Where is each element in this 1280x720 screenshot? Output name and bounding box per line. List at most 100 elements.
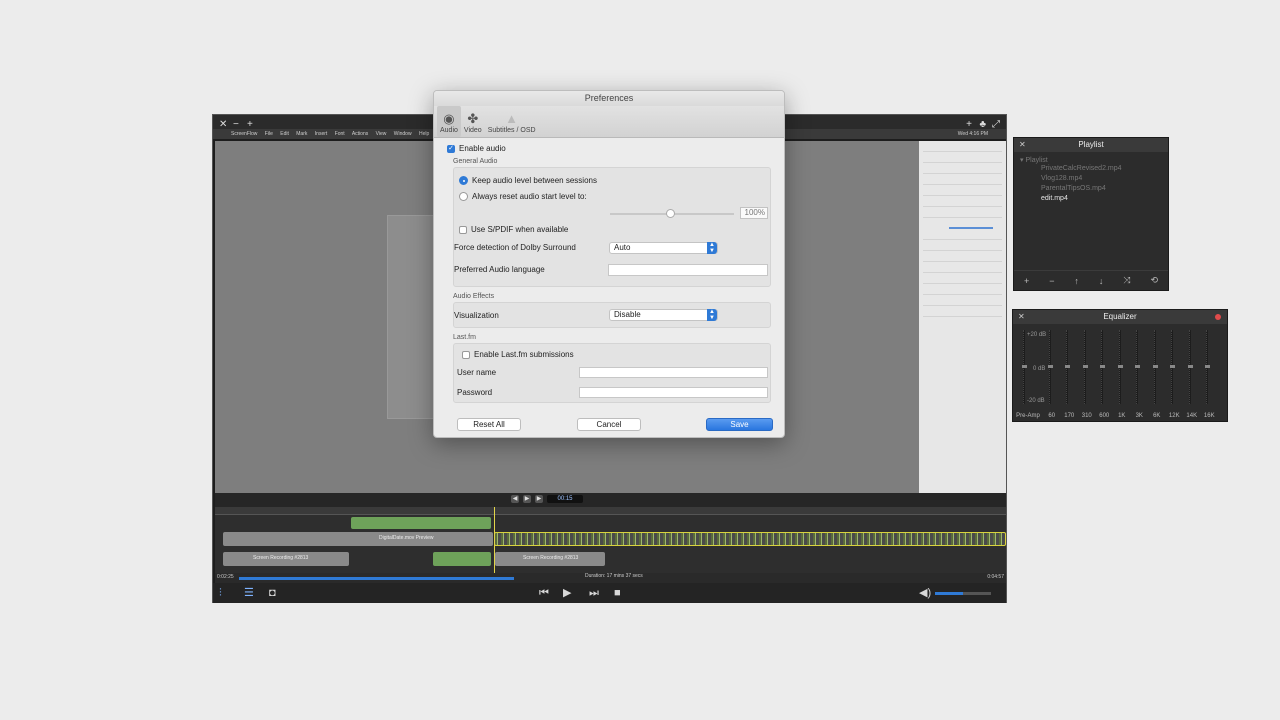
timeline-clip[interactable]: Screen Recording #2813 xyxy=(495,552,605,566)
tab-audio[interactable]: ◉ Audio xyxy=(437,106,461,137)
level-slider-knob[interactable] xyxy=(666,209,675,218)
playhead[interactable] xyxy=(494,507,495,573)
eq-band-slider[interactable] xyxy=(1065,330,1070,404)
spdif-checkbox[interactable] xyxy=(459,225,467,234)
power-icon[interactable] xyxy=(1215,314,1221,320)
tab-subtitles-osd[interactable]: ▲ Subtitles / OSD xyxy=(485,106,539,137)
repeat-icon[interactable]: ⟲ xyxy=(1150,275,1158,286)
level-value-field[interactable]: 100% xyxy=(740,207,768,219)
tab-video[interactable]: ✤ Video xyxy=(461,106,485,137)
close-icon[interactable]: ✕ xyxy=(1019,138,1026,152)
reset-level-label: Always reset audio start level to: xyxy=(472,192,587,201)
volume-slider[interactable] xyxy=(935,592,991,595)
enable-audio-row[interactable]: ✓ Enable audio xyxy=(447,144,771,153)
reset-level-radio[interactable] xyxy=(459,192,468,201)
level-slider[interactable] xyxy=(610,209,734,218)
menu-item: File xyxy=(264,131,273,137)
eq-slider-knob[interactable] xyxy=(1152,365,1158,368)
eq-slider-knob[interactable] xyxy=(1065,365,1070,368)
playlist-item-active[interactable]: edit.mp4 xyxy=(1014,194,1168,204)
lastfm-enable-checkbox[interactable] xyxy=(462,350,470,359)
lastfm-heading: Last.fm xyxy=(453,334,476,341)
play-icon[interactable]: ▶ xyxy=(563,586,571,600)
password-field[interactable] xyxy=(579,387,768,398)
eq-band-slider[interactable] xyxy=(1135,330,1140,404)
camera-icon[interactable]: ◘ xyxy=(269,586,276,600)
preferred-language-field[interactable] xyxy=(608,264,768,276)
playlist-item[interactable]: PrivateCalcRevised2.mp4 xyxy=(1014,164,1168,174)
eq-band-slider[interactable] xyxy=(1100,330,1105,404)
eq-band-slider[interactable] xyxy=(1082,330,1088,404)
general-audio-heading: General Audio xyxy=(453,158,498,165)
keep-level-radio[interactable] xyxy=(459,176,468,185)
playlist-title: Playlist xyxy=(1078,140,1104,149)
cancel-button[interactable]: Cancel xyxy=(577,418,641,431)
dolby-select[interactable]: Auto ▲ ▼ xyxy=(609,242,718,254)
timeline-clip[interactable] xyxy=(433,552,491,566)
eq-band-slider[interactable] xyxy=(1187,330,1193,404)
keep-level-label: Keep audio level between sessions xyxy=(472,176,597,185)
eq-slider-knob[interactable] xyxy=(1117,365,1123,368)
visualization-select[interactable]: Disable ▲ ▼ xyxy=(609,309,718,321)
eq-band-slider[interactable] xyxy=(1117,330,1123,404)
inspector-row xyxy=(923,166,1002,174)
eq-band-label: 600 xyxy=(1099,413,1110,419)
eq-slider-knob[interactable] xyxy=(1135,365,1140,368)
playlist-icon[interactable]: ☰ xyxy=(244,586,254,600)
spdif-label: Use S/PDIF when available xyxy=(471,225,569,234)
eq-band-label: 16K xyxy=(1203,413,1215,419)
menubar-clock: Wed 4:16 PM xyxy=(957,131,988,137)
reset-all-button[interactable]: Reset All xyxy=(457,418,521,431)
previous-icon[interactable]: ⏮ xyxy=(539,586,549,600)
playlist-item[interactable]: ParentalTipsOS.mp4 xyxy=(1014,184,1168,194)
next-icon[interactable]: ⏭ xyxy=(589,586,599,600)
move-up-icon[interactable]: ↑ xyxy=(1074,276,1079,286)
eq-slider-knob[interactable] xyxy=(1100,365,1105,368)
eq-band-slider[interactable] xyxy=(1152,330,1158,404)
timeline-clip[interactable]: Screen Recording #2813 xyxy=(223,552,349,566)
timeline-tracks[interactable]: DigitalDate.mov Preview Screen Recording… xyxy=(215,507,1006,573)
inspector-row xyxy=(923,243,1002,251)
inspector-row xyxy=(923,177,1002,185)
preamp-slider[interactable] xyxy=(1022,330,1027,404)
timeline-clip[interactable] xyxy=(351,517,491,529)
volume-icon[interactable]: ◀) xyxy=(919,586,931,600)
equalizer-icon[interactable]: ⫶ xyxy=(219,586,222,600)
playlist-header: ✕ Playlist xyxy=(1014,138,1168,152)
forward-icon[interactable]: ▶ xyxy=(535,495,543,503)
add-icon[interactable]: + xyxy=(1024,276,1029,286)
keep-level-row[interactable]: Keep audio level between sessions xyxy=(459,176,597,185)
reset-level-row[interactable]: Always reset audio start level to: xyxy=(459,192,587,201)
playlist-root[interactable]: ▾ Playlist xyxy=(1014,152,1168,164)
eq-slider-knob[interactable] xyxy=(1205,365,1210,368)
audio-waveform-clip[interactable] xyxy=(494,532,1006,546)
save-button[interactable]: Save xyxy=(706,418,773,431)
eq-slider-knob[interactable] xyxy=(1022,365,1027,368)
lastfm-enable-row[interactable]: Enable Last.fm submissions xyxy=(462,350,574,359)
play-icon[interactable]: ▶ xyxy=(523,495,531,503)
eq-band-slider[interactable] xyxy=(1170,330,1175,404)
eq-band-slider[interactable] xyxy=(1205,330,1210,404)
eq-slider-knob[interactable] xyxy=(1170,365,1175,368)
move-down-icon[interactable]: ↓ xyxy=(1099,276,1104,286)
rewind-icon[interactable]: ◀ xyxy=(511,495,519,503)
remove-icon[interactable]: − xyxy=(1049,276,1054,286)
eq-band-label: 170 xyxy=(1064,413,1075,419)
eq-slider-knob[interactable] xyxy=(1082,365,1088,368)
shuffle-icon[interactable]: ⤨ xyxy=(1123,275,1130,286)
eq-band-slider[interactable] xyxy=(1047,330,1053,404)
timeline-clip[interactable]: DigitalDate.mov Preview xyxy=(223,532,493,546)
tab-label: Subtitles / OSD xyxy=(487,127,536,134)
spdif-row[interactable]: Use S/PDIF when available xyxy=(459,225,568,234)
stop-icon[interactable]: ■ xyxy=(614,586,621,600)
playlist-item[interactable]: Vlog128.mp4 xyxy=(1014,174,1168,184)
enable-audio-checkbox[interactable]: ✓ xyxy=(447,144,455,153)
seek-bar-fill xyxy=(239,577,514,580)
seek-bar[interactable]: 0:02:25 Duration: 17 mins 37 secs 0:04:5… xyxy=(215,573,1006,583)
username-field[interactable] xyxy=(579,367,768,378)
eq-slider-knob[interactable] xyxy=(1187,365,1193,368)
dialog-title: Preferences xyxy=(434,91,784,106)
close-icon[interactable]: ✕ xyxy=(1018,310,1025,324)
eq-slider-knob[interactable] xyxy=(1047,365,1053,368)
eq-db-top: +20 dB xyxy=(1027,332,1047,338)
